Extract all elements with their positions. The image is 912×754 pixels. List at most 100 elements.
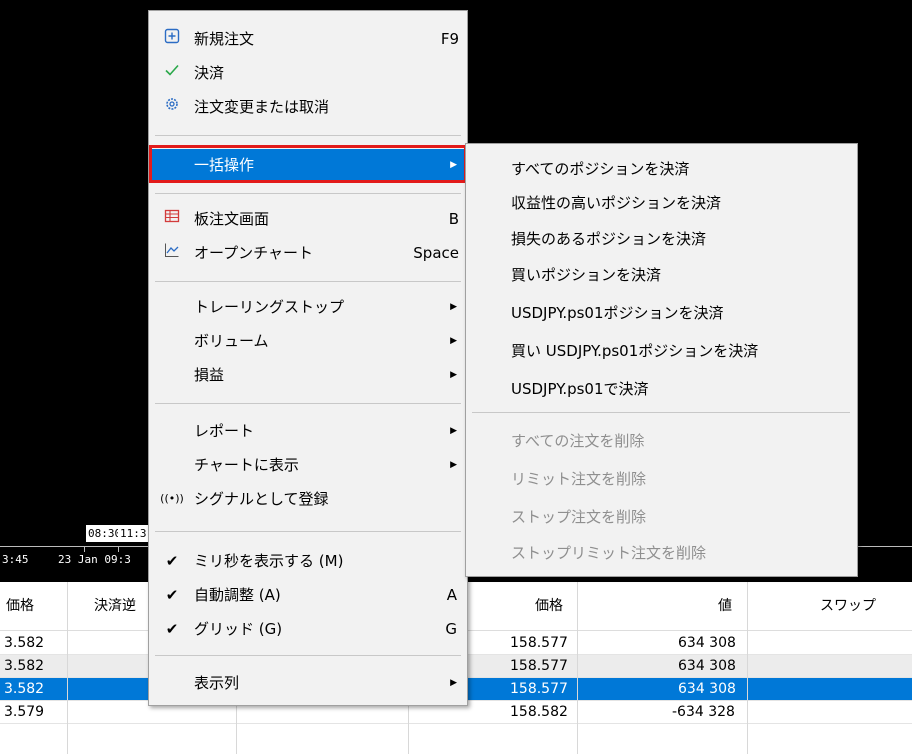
menu-item-label: 損益 xyxy=(194,366,225,384)
menu-item-label: トレーリングストップ xyxy=(194,298,345,316)
submenu-item-close-buy-symbol[interactable]: 買い USDJPY.ps01ポジションを決済 xyxy=(466,334,857,368)
submenu-item-close-by-symbol[interactable]: USDJPY.ps01で決済 xyxy=(466,372,857,406)
menu-separator xyxy=(155,193,461,194)
menu-item-register-signal[interactable]: ((•)) シグナルとして登録 xyxy=(149,483,467,515)
menu-item-label: 表示列 xyxy=(194,674,240,692)
menu-item-label: 注文変更または取消 xyxy=(194,98,330,116)
submenu-item-label: USDJPY.ps01で決済 xyxy=(511,380,649,398)
menu-item-label: グリッド (G) xyxy=(194,620,283,638)
submenu-item-close-symbol[interactable]: USDJPY.ps01ポジションを決済 xyxy=(466,296,857,330)
menu-item-trailing-stop[interactable]: トレーリングストップ ▶ xyxy=(149,291,467,323)
bulk-operations-submenu: すべてのポジションを決済 収益性の高いポジションを決済 損失のあるポジションを決… xyxy=(465,143,858,577)
plus-box-icon xyxy=(163,23,181,55)
cell-price: 3.579 xyxy=(4,704,45,720)
time-axis-label: 23 Jan 09:3 xyxy=(58,553,131,566)
depth-of-market-icon xyxy=(163,203,181,235)
checkmark-icon: ✔ xyxy=(165,552,179,570)
menu-item-modify[interactable]: 注文変更または取消 xyxy=(149,91,467,123)
signal-icon: ((•)) xyxy=(160,492,184,505)
submenu-item-label: 買いポジションを決済 xyxy=(511,266,662,284)
menu-item-grid[interactable]: ✔ グリッド (G) G xyxy=(149,613,467,645)
column-header-price[interactable]: 価格 xyxy=(6,582,34,630)
time-axis-label: 3:45 xyxy=(2,553,29,566)
submenu-arrow-icon: ▶ xyxy=(450,678,457,688)
time-tick xyxy=(84,546,85,552)
menu-item-show-milliseconds[interactable]: ✔ ミリ秒を表示する (M) xyxy=(149,545,467,577)
cell-value: 634 308 xyxy=(678,681,736,697)
submenu-item-label: ストップリミット注文を削除 xyxy=(511,544,707,562)
line-chart-icon xyxy=(163,237,181,269)
submenu-item-close-losing[interactable]: 損失のあるポジションを決済 xyxy=(466,222,857,256)
menu-item-label: 新規注文 xyxy=(194,30,255,48)
cell-price: 158.577 xyxy=(510,681,568,697)
menu-separator xyxy=(155,531,461,532)
cell-price: 3.582 xyxy=(4,658,45,674)
shortcut-label: F9 xyxy=(440,30,459,48)
menu-item-new-order[interactable]: 新規注文 F9 xyxy=(149,23,467,55)
context-menu: 新規注文 F9 決済 注文変更または取消 一括操作 ▶ 板注文画面 B オープン… xyxy=(148,10,468,706)
column-header-price[interactable]: 価格 xyxy=(535,582,563,630)
menu-item-label: 板注文画面 xyxy=(194,210,270,228)
menu-separator xyxy=(155,655,461,656)
menu-item-depth-of-market[interactable]: 板注文画面 B xyxy=(149,203,467,235)
cell-value: 634 308 xyxy=(678,658,736,674)
checkmark-icon: ✔ xyxy=(165,620,179,638)
cell-price: 3.582 xyxy=(4,681,45,697)
submenu-arrow-icon: ▶ xyxy=(450,460,457,470)
time-marker: 11:3 xyxy=(118,525,149,542)
submenu-item-label: 収益性の高いポジションを決済 xyxy=(511,194,722,212)
column-header-close-reverse[interactable]: 決済逆 xyxy=(94,582,136,630)
cell-price: 158.577 xyxy=(510,658,568,674)
column-divider xyxy=(67,582,68,754)
gear-icon xyxy=(163,91,181,123)
menu-separator xyxy=(472,412,850,413)
menu-separator xyxy=(155,281,461,282)
cell-price: 158.582 xyxy=(510,704,568,720)
menu-item-auto-arrange[interactable]: ✔ 自動調整 (A) A xyxy=(149,579,467,611)
submenu-arrow-icon: ▶ xyxy=(450,302,457,312)
submenu-item-close-buy[interactable]: 買いポジションを決済 xyxy=(466,258,857,292)
submenu-item-delete-stop[interactable]: ストップ注文を削除 xyxy=(466,500,857,534)
highlight-frame xyxy=(149,145,467,183)
shortcut-label: G xyxy=(445,620,457,638)
menu-item-open-chart[interactable]: オープンチャート Space xyxy=(149,237,467,269)
cell-price: 158.577 xyxy=(510,635,568,651)
menu-item-label: ミリ秒を表示する (M) xyxy=(194,552,344,570)
time-tick xyxy=(118,546,119,552)
check-icon xyxy=(163,57,181,89)
submenu-item-label: すべてのポジションを決済 xyxy=(511,160,690,178)
shortcut-label: B xyxy=(448,210,459,228)
shortcut-label: Space xyxy=(413,244,459,262)
menu-item-volume[interactable]: ボリューム ▶ xyxy=(149,325,467,357)
column-header-value[interactable]: 値 xyxy=(718,582,732,630)
submenu-item-label: 買い USDJPY.ps01ポジションを決済 xyxy=(511,342,759,360)
submenu-arrow-icon: ▶ xyxy=(450,370,457,380)
submenu-item-label: 損失のあるポジションを決済 xyxy=(511,230,707,248)
menu-item-label: 決済 xyxy=(194,64,225,82)
menu-item-close[interactable]: 決済 xyxy=(149,57,467,89)
menu-item-label: レポート xyxy=(194,422,255,440)
submenu-arrow-icon: ▶ xyxy=(450,336,457,346)
submenu-item-label: すべての注文を削除 xyxy=(511,432,645,450)
menu-item-label: 自動調整 (A) xyxy=(194,586,281,604)
submenu-item-delete-stop-limit[interactable]: ストップリミット注文を削除 xyxy=(466,536,857,570)
column-divider xyxy=(747,582,748,754)
menu-item-label: オープンチャート xyxy=(194,244,313,262)
menu-separator xyxy=(155,135,461,136)
checkmark-icon: ✔ xyxy=(165,586,179,604)
submenu-item-close-profitable[interactable]: 収益性の高いポジションを決済 xyxy=(466,186,857,220)
menu-item-show-on-chart[interactable]: チャートに表示 ▶ xyxy=(149,449,467,481)
column-divider xyxy=(577,582,578,754)
menu-item-report[interactable]: レポート ▶ xyxy=(149,415,467,447)
submenu-item-close-all[interactable]: すべてのポジションを決済 xyxy=(466,152,857,186)
cell-value: -634 328 xyxy=(672,704,735,720)
cell-value: 634 308 xyxy=(678,635,736,651)
menu-item-profit[interactable]: 損益 ▶ xyxy=(149,359,467,391)
submenu-item-delete-all-orders[interactable]: すべての注文を削除 xyxy=(466,424,857,458)
cell-price: 3.582 xyxy=(4,635,45,651)
submenu-item-delete-limit[interactable]: リミット注文を削除 xyxy=(466,462,857,496)
column-header-swap[interactable]: スワップ xyxy=(820,582,876,630)
submenu-item-label: USDJPY.ps01ポジションを決済 xyxy=(511,304,724,322)
menu-item-columns[interactable]: 表示列 ▶ xyxy=(149,667,467,699)
submenu-arrow-icon: ▶ xyxy=(450,426,457,436)
